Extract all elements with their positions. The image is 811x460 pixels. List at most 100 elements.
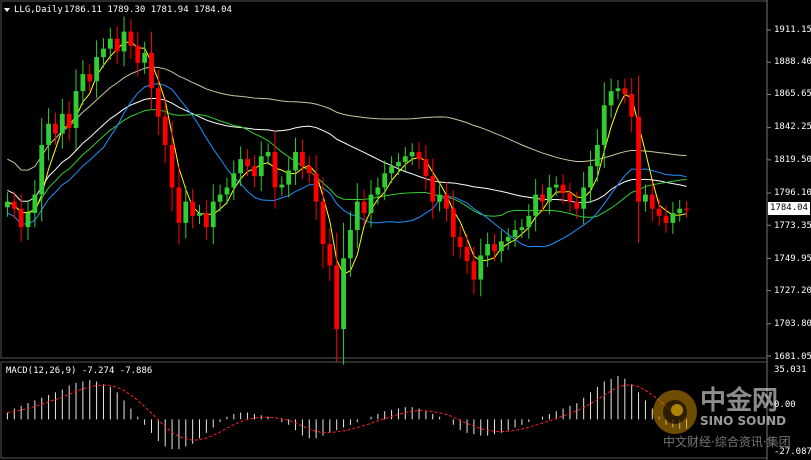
bear-candle xyxy=(18,208,24,228)
bull-candle xyxy=(231,173,237,188)
price-ticks xyxy=(767,29,771,357)
bull-candle xyxy=(265,152,271,157)
bear-candle xyxy=(251,166,257,177)
bull-candle xyxy=(32,194,38,213)
macd-label: MACD(12,26,9) -7.274 -7.886 xyxy=(6,366,153,376)
bear-candle xyxy=(327,244,333,266)
bull-candle xyxy=(615,88,621,92)
bear-candle xyxy=(649,194,655,209)
bull-candle xyxy=(519,227,525,230)
price-label: 1888.40 xyxy=(774,57,811,67)
bull-candle xyxy=(368,194,374,213)
bear-candle xyxy=(53,123,58,134)
bull-candle xyxy=(546,187,552,202)
bull-candle xyxy=(643,194,648,202)
moving-averages xyxy=(7,41,687,275)
bear-candle xyxy=(567,193,573,202)
watermark-cn: 中金网 xyxy=(700,386,779,416)
bear-candle xyxy=(306,166,312,174)
price-label: 1727.20 xyxy=(774,286,811,296)
bear-candle xyxy=(313,173,319,202)
bull-candle xyxy=(437,194,443,202)
bull-candle xyxy=(677,208,683,213)
bull-candle xyxy=(258,156,264,177)
bull-candle xyxy=(348,229,353,259)
bull-candle xyxy=(39,144,45,195)
price-label: 1911.15 xyxy=(774,25,811,35)
symbol-dropdown-icon[interactable] xyxy=(4,8,10,12)
bear-candle xyxy=(629,93,635,117)
bear-candle xyxy=(128,31,134,46)
bull-candle xyxy=(512,229,518,238)
bull-candle xyxy=(409,152,415,157)
ma-white-line xyxy=(7,97,687,204)
ma-blue-line xyxy=(7,82,687,248)
price-label: 1819.50 xyxy=(774,155,811,165)
price-label: 1681.05 xyxy=(774,352,811,362)
bear-candle xyxy=(114,38,120,52)
bull-candle xyxy=(279,184,285,188)
bull-candle xyxy=(25,212,31,228)
bear-candle xyxy=(416,152,422,160)
bear-candle xyxy=(162,116,168,145)
bear-candle xyxy=(190,201,196,216)
bull-candle xyxy=(197,212,202,216)
bull-candle xyxy=(533,194,539,216)
macd-signal-line xyxy=(7,384,687,441)
bull-candle xyxy=(581,187,587,209)
bear-candle xyxy=(87,74,93,82)
price-label: 1842.25 xyxy=(774,122,811,132)
bull-candle xyxy=(73,91,79,128)
bear-candle xyxy=(66,113,72,128)
bull-candle xyxy=(382,173,388,188)
bear-candle xyxy=(272,152,278,188)
bear-candle xyxy=(622,88,628,94)
bull-candle xyxy=(46,123,51,145)
bear-candle xyxy=(560,184,566,194)
ohlc-values: 1786.11 1789.30 1781.94 1784.04 xyxy=(64,5,232,15)
bear-candle xyxy=(656,208,662,216)
bull-candle xyxy=(80,74,86,92)
bear-candle xyxy=(464,246,470,262)
bull-candle xyxy=(107,38,113,49)
bull-candle xyxy=(608,91,614,106)
bear-candle xyxy=(334,265,340,330)
bull-candle xyxy=(5,201,10,208)
watermark-sub: 中文财经·综合资讯·集团 xyxy=(663,435,791,449)
bear-candle xyxy=(300,152,305,167)
bear-candle xyxy=(155,88,161,117)
bull-candle xyxy=(505,237,511,242)
bear-candle xyxy=(444,194,449,209)
ma-slow-line xyxy=(7,66,687,171)
bull-candle xyxy=(224,187,230,195)
bear-candle xyxy=(11,201,17,209)
macd-axis-top: 35.031 xyxy=(774,365,807,375)
bull-candle xyxy=(293,152,298,171)
bull-candle xyxy=(94,57,100,82)
bull-candle xyxy=(286,170,292,185)
bull-candle xyxy=(375,187,381,195)
bull-candle xyxy=(210,201,216,228)
bear-candle xyxy=(149,52,154,89)
bull-candle xyxy=(498,241,504,252)
bull-candle xyxy=(594,144,600,167)
symbol-label: LLG,Daily xyxy=(14,5,63,15)
bull-candle xyxy=(478,255,484,280)
bull-candle xyxy=(396,161,401,167)
current-price-badge: 1784.04 xyxy=(768,202,810,215)
bear-candle xyxy=(430,176,436,202)
price-label: 1749.95 xyxy=(774,254,811,264)
bull-candle xyxy=(526,215,532,228)
bull-candle xyxy=(553,184,559,188)
price-label: 1796.10 xyxy=(774,188,811,198)
bull-candle xyxy=(101,48,106,58)
bear-candle xyxy=(636,116,641,202)
bull-candle xyxy=(402,156,408,162)
bull-candle xyxy=(485,244,491,256)
bear-candle xyxy=(457,237,463,247)
bear-candle xyxy=(492,244,497,252)
bear-candle xyxy=(450,208,456,238)
macd-histogram xyxy=(6,376,688,450)
bull-candle xyxy=(183,201,189,223)
bull-candle xyxy=(341,258,346,330)
